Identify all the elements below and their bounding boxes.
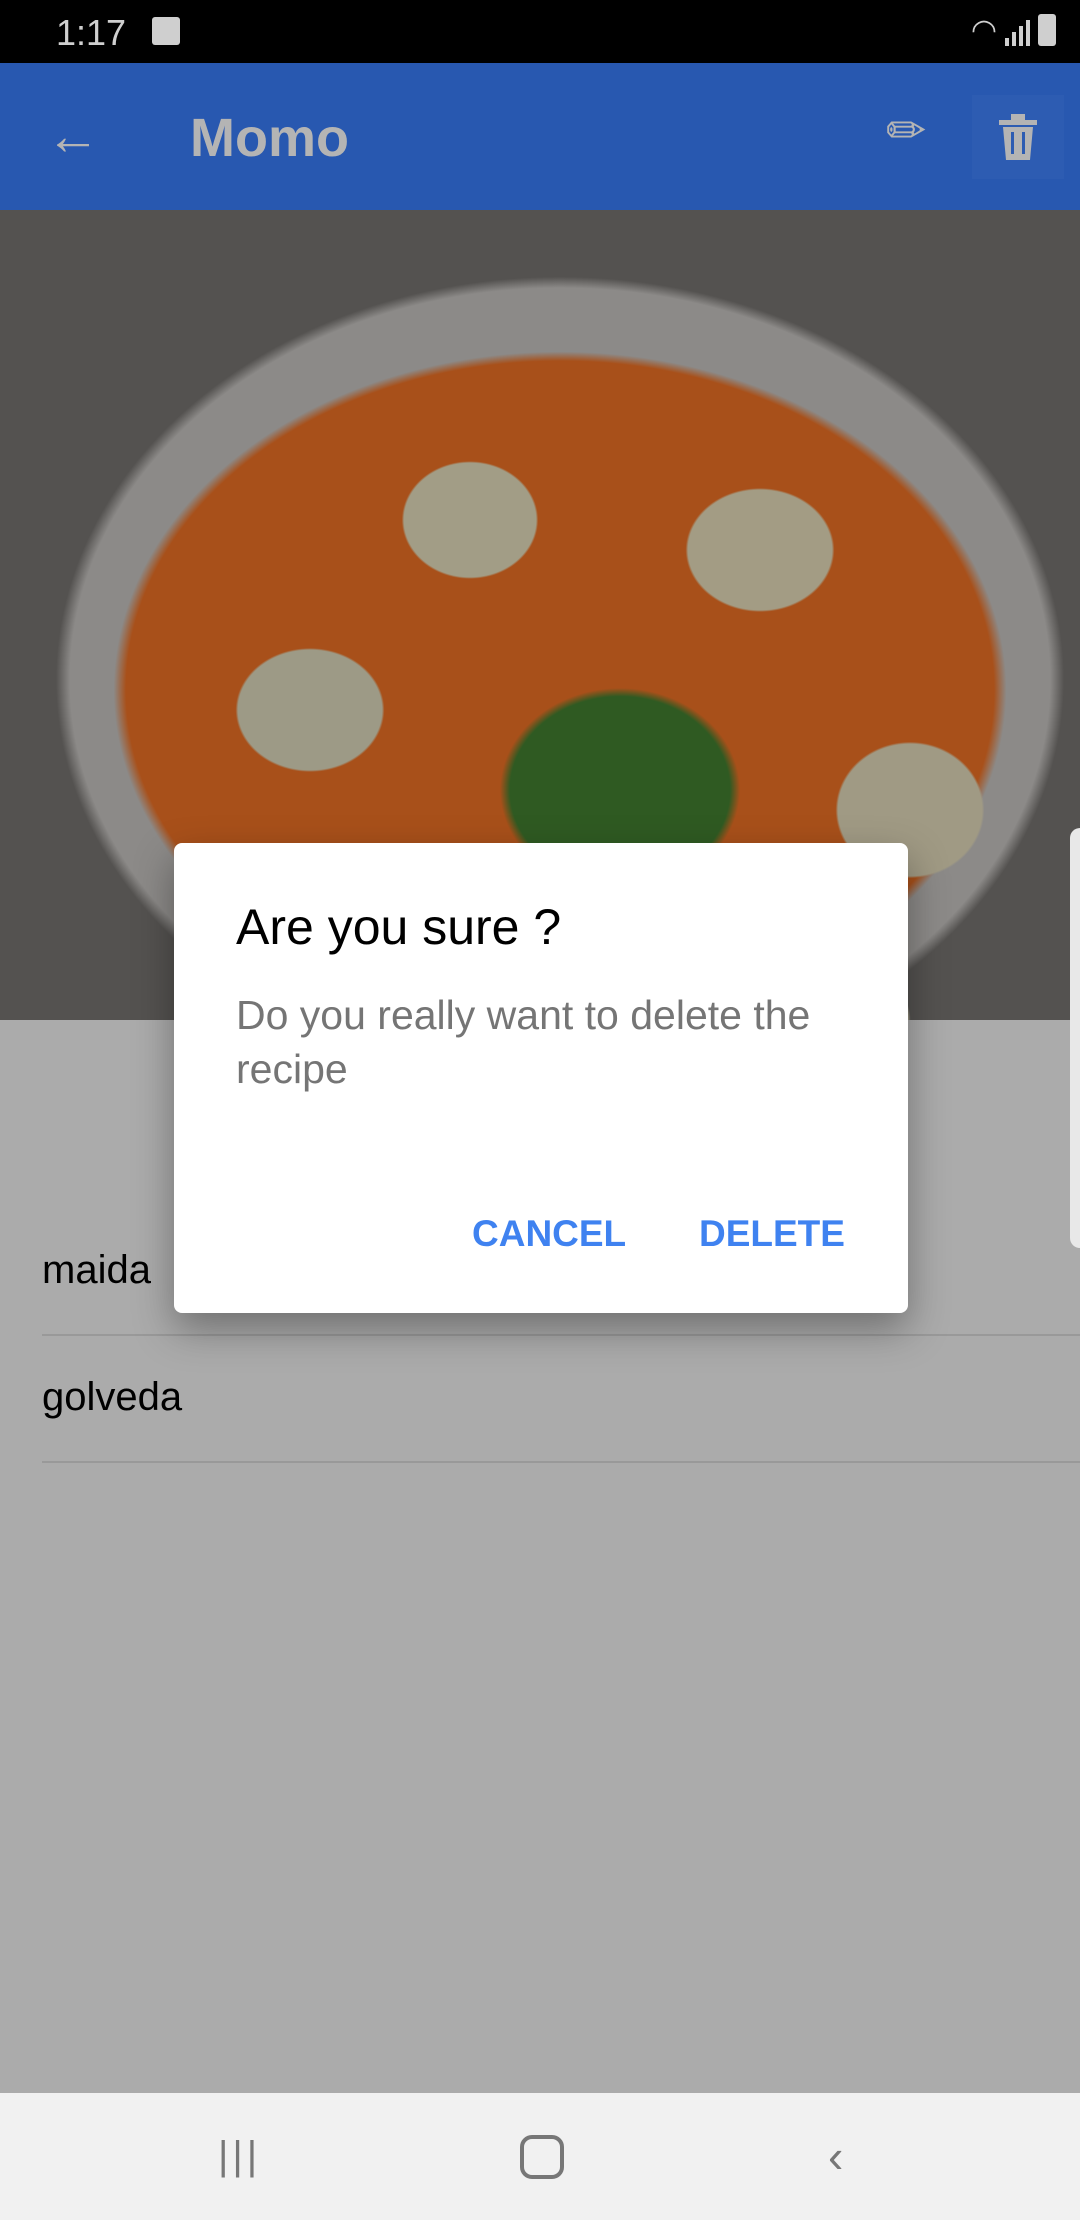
trash-icon (999, 114, 1037, 160)
battery-icon (1038, 14, 1056, 46)
cancel-button[interactable]: CANCEL (472, 1213, 626, 1255)
home-icon[interactable] (520, 2135, 564, 2179)
divider (42, 1461, 1080, 1463)
edit-pencil-icon[interactable]: ✏ (886, 103, 926, 159)
ingredient-item: maida (42, 1248, 151, 1292)
back-nav-icon[interactable]: ‹ (828, 2133, 843, 2179)
app-bar: ← Momo ✏ (0, 63, 1080, 210)
delete-confirm-button[interactable]: DELETE (699, 1213, 845, 1255)
back-arrow-icon[interactable]: ← (46, 109, 100, 163)
page-title: Momo (190, 108, 349, 168)
image-notification-icon (152, 17, 180, 45)
edge-panel-handle[interactable] (1070, 828, 1080, 1248)
delete-button[interactable] (972, 95, 1064, 179)
divider (42, 1334, 1080, 1336)
ingredient-item: golveda (42, 1375, 183, 1419)
dialog-message: Do you really want to delete the recipe (236, 992, 811, 1092)
wifi-icon: ◠ (970, 14, 997, 47)
signal-icon (1005, 16, 1030, 46)
recent-apps-icon[interactable]: ||| (218, 2133, 261, 2179)
status-bar: 1:17 ◠ (0, 0, 1080, 63)
system-nav-bar: ||| ‹ (0, 2093, 1080, 2220)
status-time: 1:17 (56, 12, 127, 53)
confirm-delete-dialog: Are you sure ? Do you really want to del… (174, 843, 908, 1313)
dialog-title: Are you sure ? (236, 899, 562, 955)
